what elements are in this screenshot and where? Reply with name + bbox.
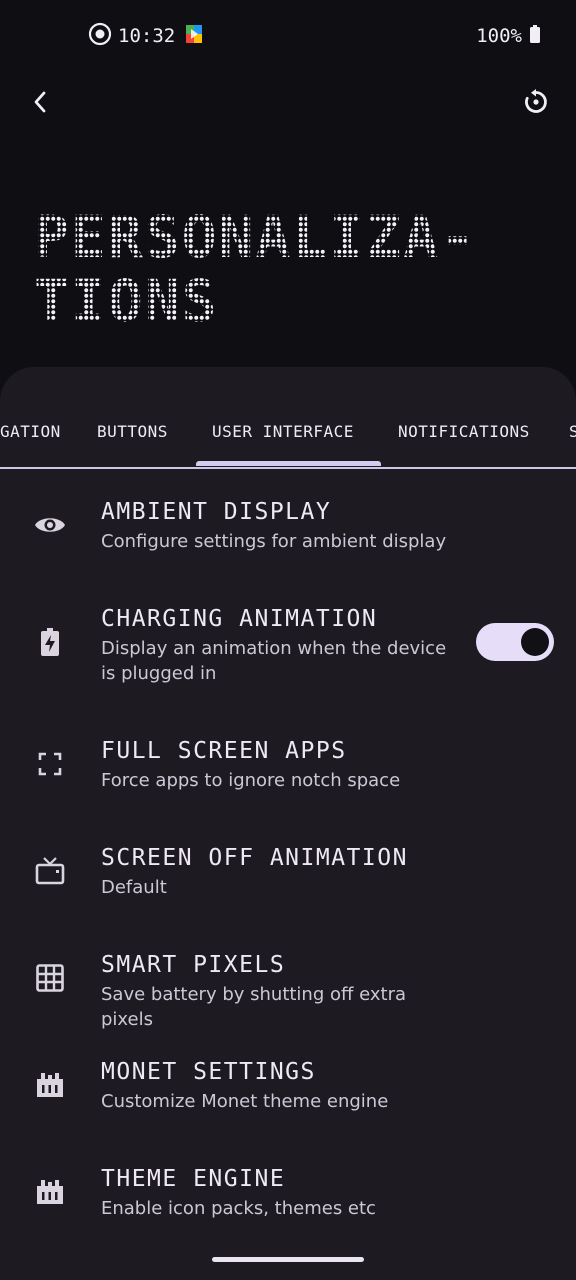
reset-button[interactable] [512,80,560,128]
item-title: CHARGING ANIMATION [101,606,378,632]
list-item-monet-settings[interactable]: MONET SETTINGS Customize Monet theme eng… [0,1047,576,1137]
item-subtitle: Force apps to ignore notch space [101,770,401,791]
charging-animation-toggle[interactable] [476,623,554,661]
item-subtitle: Customize Monet theme engine [101,1091,389,1112]
battery-charging-icon [34,626,66,658]
status-left: 10:32 [88,22,203,50]
fullscreen-icon [34,748,66,780]
top-app-bar [0,72,576,136]
tv-icon [34,855,66,887]
page-title-line: TIONS [34,267,219,335]
list-item-screen-off-animation[interactable]: SCREEN OFF ANIMATION Default [0,833,576,923]
status-bar: 10:32 100% [0,0,576,72]
content-sheet: GATION BUTTONS USER INTERFACE NOTIFICATI… [0,367,576,1280]
tab-indicator [196,461,381,466]
tab-notifications[interactable]: NOTIFICATIONS [398,422,530,462]
list-item-charging-animation[interactable]: CHARGING ANIMATION Display an animation … [0,594,576,694]
tab-navigation[interactable]: GATION [0,422,61,462]
item-subtitle: Default [101,877,167,898]
chevron-left-icon [32,90,48,118]
item-subtitle: Display an animation when the device is … [101,638,447,684]
page-title-line: PERSONALIZA- [34,203,478,271]
back-button[interactable] [20,80,60,128]
gesture-nav-handle[interactable] [212,1257,364,1262]
item-subtitle: Configure settings for ambient display [101,531,447,552]
restore-icon [522,88,550,120]
list-item-smart-pixels[interactable]: SMART PIXELS Save battery by shutting of… [0,940,576,1030]
item-title: SCREEN OFF ANIMATION [101,845,408,871]
tab-buttons[interactable]: BUTTONS [97,422,168,462]
list-item-theme-engine[interactable]: THEME ENGINE Enable icon packs, themes e… [0,1154,576,1244]
tab-user-interface[interactable]: USER INTERFACE [212,422,354,462]
status-right: 100% [476,22,540,50]
item-title: MONET SETTINGS [101,1059,316,1085]
palette-icon [34,1069,66,1101]
item-subtitle: Enable icon packs, themes etc [101,1198,376,1219]
list-item-ambient-display[interactable]: AMBIENT DISPLAY Configure settings for a… [0,487,576,577]
eye-icon [34,509,66,541]
record-icon [88,22,112,50]
grid-icon [34,962,66,994]
item-subtitle: Save battery by shutting off extra pixel… [101,984,407,1030]
item-title: AMBIENT DISPLAY [101,499,332,525]
list-item-full-screen-apps[interactable]: FULL SCREEN APPS Force apps to ignore no… [0,726,576,816]
tab-bar: GATION BUTTONS USER INTERFACE NOTIFICATI… [0,367,576,469]
tab-next[interactable]: S [569,422,576,462]
page-title: PERSONALIZA- TIONS [34,205,554,333]
item-title: FULL SCREEN APPS [101,738,347,764]
item-title: SMART PIXELS [101,952,286,978]
status-time: 10:32 [118,25,176,47]
toggle-knob [521,628,549,656]
palette-icon [34,1176,66,1208]
battery-icon [530,25,540,47]
play-store-icon [185,24,203,48]
battery-percent: 100% [476,25,522,47]
item-title: THEME ENGINE [101,1166,286,1192]
